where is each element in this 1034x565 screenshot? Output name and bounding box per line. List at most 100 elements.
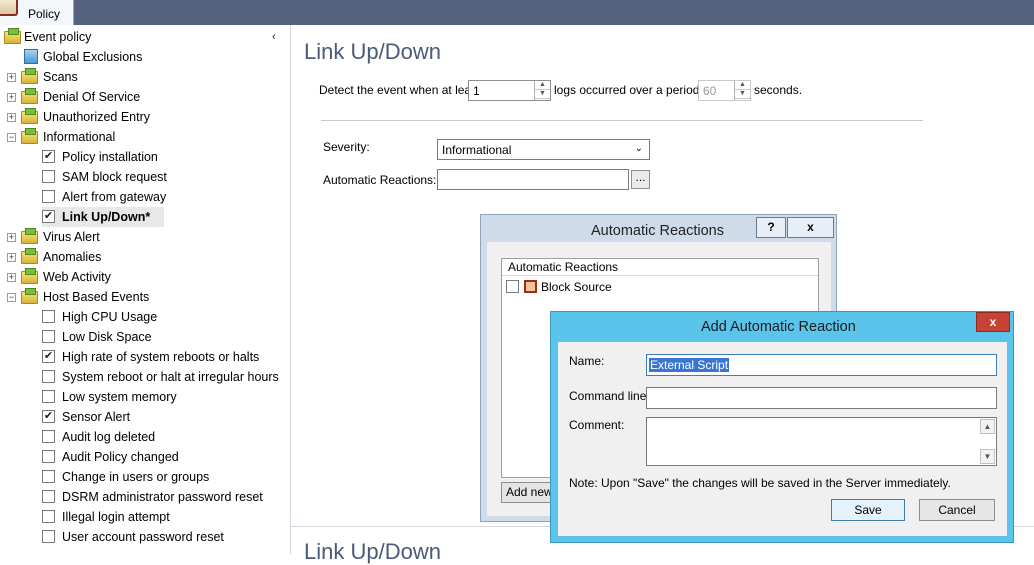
tree-item-label: Global Exclusions: [43, 50, 143, 64]
folder-icon: [21, 68, 38, 84]
tree-item-label: High rate of system reboots or halts: [62, 350, 260, 364]
tree-item-web-activity[interactable]: + Web Activity: [7, 267, 277, 287]
tree-item-scans[interactable]: + Scans: [7, 67, 277, 87]
name-value: External Script: [649, 358, 730, 372]
tree-item-informational[interactable]: − Informational: [7, 127, 277, 147]
automatic-reactions-label: Automatic Reactions:: [323, 173, 437, 187]
page-title: Link Up/Down: [304, 39, 441, 64]
checkbox[interactable]: [42, 530, 55, 543]
logs-count-stepper[interactable]: 1 ▲ ▼: [468, 80, 551, 101]
collapse-panel-icon[interactable]: ‹: [272, 31, 276, 43]
checkbox[interactable]: ✔: [42, 150, 55, 163]
expand-icon[interactable]: +: [7, 273, 16, 282]
tree-item-alert-from-gateway[interactable]: Alert from gateway: [42, 187, 201, 207]
collapse-icon[interactable]: −: [7, 133, 16, 142]
checkbox[interactable]: ✔: [42, 210, 55, 223]
tree-item-audit-log-deleted[interactable]: Audit log deleted: [42, 427, 194, 447]
tree-item-label: DSRM administrator password reset: [62, 490, 263, 504]
tree-item-virus-alert[interactable]: + Virus Alert: [7, 227, 277, 247]
tree-root-event-policy[interactable]: Event policy: [4, 27, 288, 47]
checkbox[interactable]: ✔: [42, 350, 55, 363]
tree-item-label: Unauthorized Entry: [43, 110, 151, 124]
checkbox[interactable]: [42, 510, 55, 523]
tree-item-user-account-password-reset[interactable]: User account password reset: [42, 527, 268, 547]
tree-item-high-rate-of-system-reboots-or-halts[interactable]: ✔ High rate of system reboots or halts: [42, 347, 287, 367]
command-line-field[interactable]: [646, 387, 997, 409]
tree-item-change-in-users-or-groups[interactable]: Change in users or groups: [42, 467, 253, 487]
close-button[interactable]: x: [787, 217, 834, 238]
save-button[interactable]: Save: [831, 499, 905, 521]
add-automatic-reaction-dialog: Add Automatic Reaction x Name: External …: [550, 311, 1014, 543]
collapse-icon[interactable]: −: [7, 293, 16, 302]
checkbox[interactable]: [42, 430, 55, 443]
stepper-down-icon[interactable]: ▼: [535, 90, 550, 99]
tree-item-dsrm-administrator-password-reset[interactable]: DSRM administrator password reset: [42, 487, 287, 507]
help-button[interactable]: ?: [756, 217, 786, 238]
comment-label: Comment:: [569, 418, 625, 432]
checkbox[interactable]: [42, 370, 55, 383]
folder-icon: [21, 128, 38, 144]
tree-item-label: System reboot or halt at irregular hours: [62, 370, 279, 384]
stepper-down-icon[interactable]: ▼: [735, 90, 750, 99]
checkbox[interactable]: [42, 470, 55, 483]
automatic-reactions-field[interactable]: [437, 169, 629, 190]
checkbox[interactable]: ✔: [42, 410, 55, 423]
checkbox[interactable]: [42, 450, 55, 463]
tree-item-label: Alert from gateway: [62, 190, 167, 204]
tree-item-label: Low Disk Space: [62, 330, 152, 344]
comment-field[interactable]: ▲ ▼: [646, 417, 997, 466]
cancel-button[interactable]: Cancel: [919, 499, 995, 521]
expand-icon[interactable]: +: [7, 253, 16, 262]
tab-policy[interactable]: Policy: [0, 0, 74, 25]
expand-icon[interactable]: +: [7, 233, 16, 242]
checkbox[interactable]: [42, 490, 55, 503]
checkbox[interactable]: [42, 330, 55, 343]
expand-icon[interactable]: +: [7, 93, 16, 102]
add-automatic-reaction-dialog-title: Add Automatic Reaction: [701, 319, 856, 335]
tree-item-system-reboot-or-halt-at-irregular-hours[interactable]: System reboot or halt at irregular hours: [42, 367, 287, 387]
list-item[interactable]: Block Source: [506, 279, 806, 295]
tree-item-sam-block-request[interactable]: SAM block request: [42, 167, 194, 187]
tree-item-low-system-memory[interactable]: Low system memory: [42, 387, 194, 407]
checkbox[interactable]: [42, 390, 55, 403]
scroll-down-icon[interactable]: ▼: [980, 449, 995, 464]
tree-item-label: Audit Policy changed: [62, 450, 179, 464]
tree-item-illegal-login-attempt[interactable]: Illegal login attempt: [42, 507, 223, 527]
scroll-up-icon[interactable]: ▲: [980, 419, 995, 434]
period-seconds-stepper[interactable]: 60 ▲ ▼: [698, 80, 751, 101]
detect-prefix-label: Detect the event when at least: [319, 83, 481, 97]
detect-middle-label: logs occurred over a period of: [554, 83, 713, 97]
tree-item-host-based-events[interactable]: − Host Based Events: [7, 287, 277, 307]
severity-select[interactable]: Informational ⌄: [437, 139, 650, 160]
expand-icon[interactable]: +: [7, 113, 16, 122]
tree-item-low-disk-space[interactable]: Low Disk Space: [42, 327, 172, 347]
folder-icon: [21, 288, 38, 304]
expand-icon[interactable]: +: [7, 73, 16, 82]
tree-item-label: Policy installation: [62, 150, 158, 164]
tree-item-link-up-down[interactable]: ✔ Link Up/Down*: [42, 207, 165, 227]
tree-item-unauthorized-entry[interactable]: + Unauthorized Entry: [7, 107, 277, 127]
severity-value: Informational: [442, 143, 512, 157]
checkbox[interactable]: [42, 170, 55, 183]
stepper-up-icon[interactable]: ▲: [535, 81, 550, 90]
tree-item-anomalies[interactable]: + Anomalies: [7, 247, 277, 267]
tree-item-label: User account password reset: [62, 530, 224, 544]
checkbox[interactable]: [42, 190, 55, 203]
tree-item-policy-installation[interactable]: ✔ Policy installation: [42, 147, 209, 167]
close-button[interactable]: x: [976, 312, 1010, 332]
automatic-reactions-dialog-title: Automatic Reactions: [591, 223, 724, 239]
tree-item-label: Denial Of Service: [43, 90, 141, 104]
tree-item-denial-of-service[interactable]: + Denial Of Service: [7, 87, 277, 107]
block-source-checkbox[interactable]: [506, 280, 519, 293]
lower-page-title: Link Up/Down: [304, 539, 441, 564]
tree-item-sensor-alert[interactable]: ✔ Sensor Alert: [42, 407, 157, 427]
block-source-label: Block Source: [541, 280, 612, 294]
tree-item-global-exclusions[interactable]: Global Exclusions: [24, 47, 204, 67]
tree-item-high-cpu-usage[interactable]: High CPU Usage: [42, 307, 172, 327]
name-field[interactable]: External Script: [646, 354, 997, 376]
tree-item-audit-policy-changed[interactable]: Audit Policy changed: [42, 447, 216, 467]
browse-reactions-button[interactable]: ...: [631, 170, 650, 189]
checkbox[interactable]: [42, 310, 55, 323]
stepper-up-icon[interactable]: ▲: [735, 81, 750, 90]
tree-item-label: Low system memory: [62, 390, 177, 404]
